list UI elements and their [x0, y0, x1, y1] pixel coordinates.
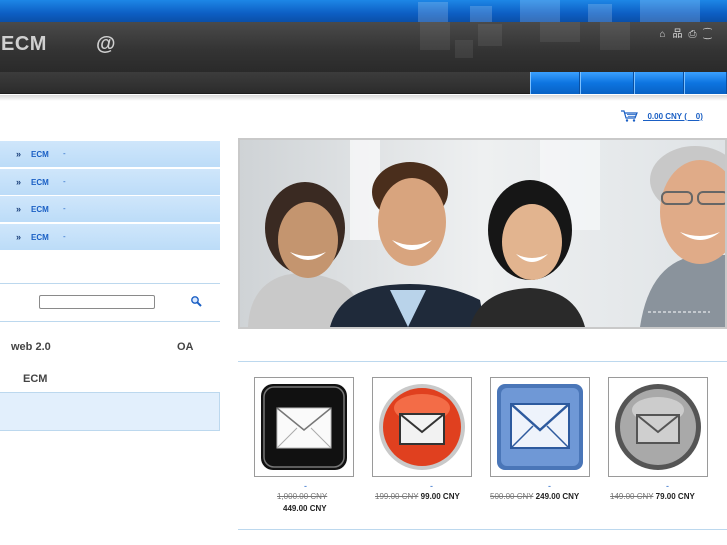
old-price: 500.00 CNY: [490, 492, 534, 501]
menu-item-1[interactable]: » ECM -: [0, 141, 220, 168]
site-title-at: @: [96, 33, 116, 55]
product-thumb[interactable]: [254, 377, 354, 477]
menu-item-dash: -: [63, 149, 66, 158]
nav-tab-1[interactable]: [530, 72, 580, 94]
home-icon[interactable]: ⌂: [657, 30, 668, 40]
product-prices-new: 449.00 CNY: [283, 504, 327, 513]
left-info-box: [0, 392, 220, 431]
menu-item-3[interactable]: » ECM -: [0, 196, 220, 223]
nav-shadow: [0, 95, 727, 101]
link-web[interactable]: web 2.0: [11, 341, 51, 353]
print-icon[interactable]: ⎙: [687, 30, 698, 40]
old-price: 199.00 CNY: [375, 492, 419, 501]
nav-bar: [0, 72, 727, 94]
menu-item-2[interactable]: » ECM -: [0, 169, 220, 196]
product-prices: 199.00 CNY 99.00 CNY: [375, 492, 460, 501]
product-name[interactable]: -: [430, 481, 433, 491]
menu-item-label[interactable]: ECM: [31, 233, 49, 242]
divider: [238, 529, 727, 530]
product-thumb[interactable]: [608, 377, 708, 477]
link-oa[interactable]: OA: [177, 341, 194, 353]
menu-item-label[interactable]: ECM: [31, 178, 49, 187]
sitemap-icon[interactable]: 品: [672, 30, 683, 40]
new-price: 99.00 CNY: [420, 492, 460, 501]
menu-item-dash: -: [63, 177, 66, 186]
rss-icon[interactable]: ⁐: [702, 30, 713, 40]
site-title: ECM: [1, 33, 47, 55]
new-price: 449.00 CNY: [283, 504, 327, 513]
new-price: 249.00 CNY: [535, 492, 580, 501]
menu-item-label[interactable]: ECM: [31, 205, 49, 214]
old-price: 149.00 CNY: [610, 492, 654, 501]
menu-item-dash: -: [63, 232, 66, 241]
double-arrow-icon: »: [16, 204, 22, 214]
nav-tab-2[interactable]: [580, 72, 634, 94]
product-thumb[interactable]: [490, 377, 590, 477]
divider: [238, 361, 727, 362]
product-thumb[interactable]: [372, 377, 472, 477]
shopping-cart[interactable]: 0.00 CNY ( 0): [621, 110, 703, 122]
new-price: 79.00 CNY: [655, 492, 695, 501]
old-price: 1,000.00 CNY: [277, 492, 328, 501]
product-prices: 1,000.00 CNY: [277, 492, 327, 501]
menu-item-label[interactable]: ECM: [31, 150, 49, 159]
divider: [0, 283, 220, 284]
product-name[interactable]: -: [548, 481, 551, 491]
product-prices: 149.00 CNY 79.00 CNY: [610, 492, 695, 501]
product-name[interactable]: -: [304, 481, 307, 491]
cart-icon: [621, 110, 638, 122]
mail-silver-icon: [615, 384, 701, 470]
product-name[interactable]: -: [666, 481, 669, 491]
top-strip: [0, 0, 727, 22]
hero-banner: [238, 138, 727, 329]
double-arrow-icon: »: [16, 149, 22, 159]
double-arrow-icon: »: [16, 177, 22, 187]
header-icons: ⌂ 品 ⎙ ⁐: [657, 30, 713, 40]
product-prices: 500.00 CNY 249.00 CNY: [490, 492, 579, 501]
nav-tab-4[interactable]: [684, 72, 727, 94]
nav-tab-3[interactable]: [634, 72, 684, 94]
menu-item-dash: -: [63, 204, 66, 213]
menu-item-4[interactable]: » ECM -: [0, 224, 220, 251]
double-arrow-icon: »: [16, 232, 22, 242]
divider: [0, 321, 220, 322]
link-ecm[interactable]: ECM: [23, 373, 47, 385]
mail-black-icon: [261, 384, 347, 470]
banner-people-image: [240, 140, 725, 327]
site-header: ECM @ ⌂ 品 ⎙ ⁐: [0, 22, 727, 72]
search-icon[interactable]: [190, 295, 202, 307]
mail-blue-icon: [497, 384, 583, 470]
cart-summary[interactable]: 0.00 CNY ( 0): [643, 112, 702, 121]
search-input[interactable]: [39, 295, 155, 309]
mail-red-icon: [379, 384, 465, 470]
